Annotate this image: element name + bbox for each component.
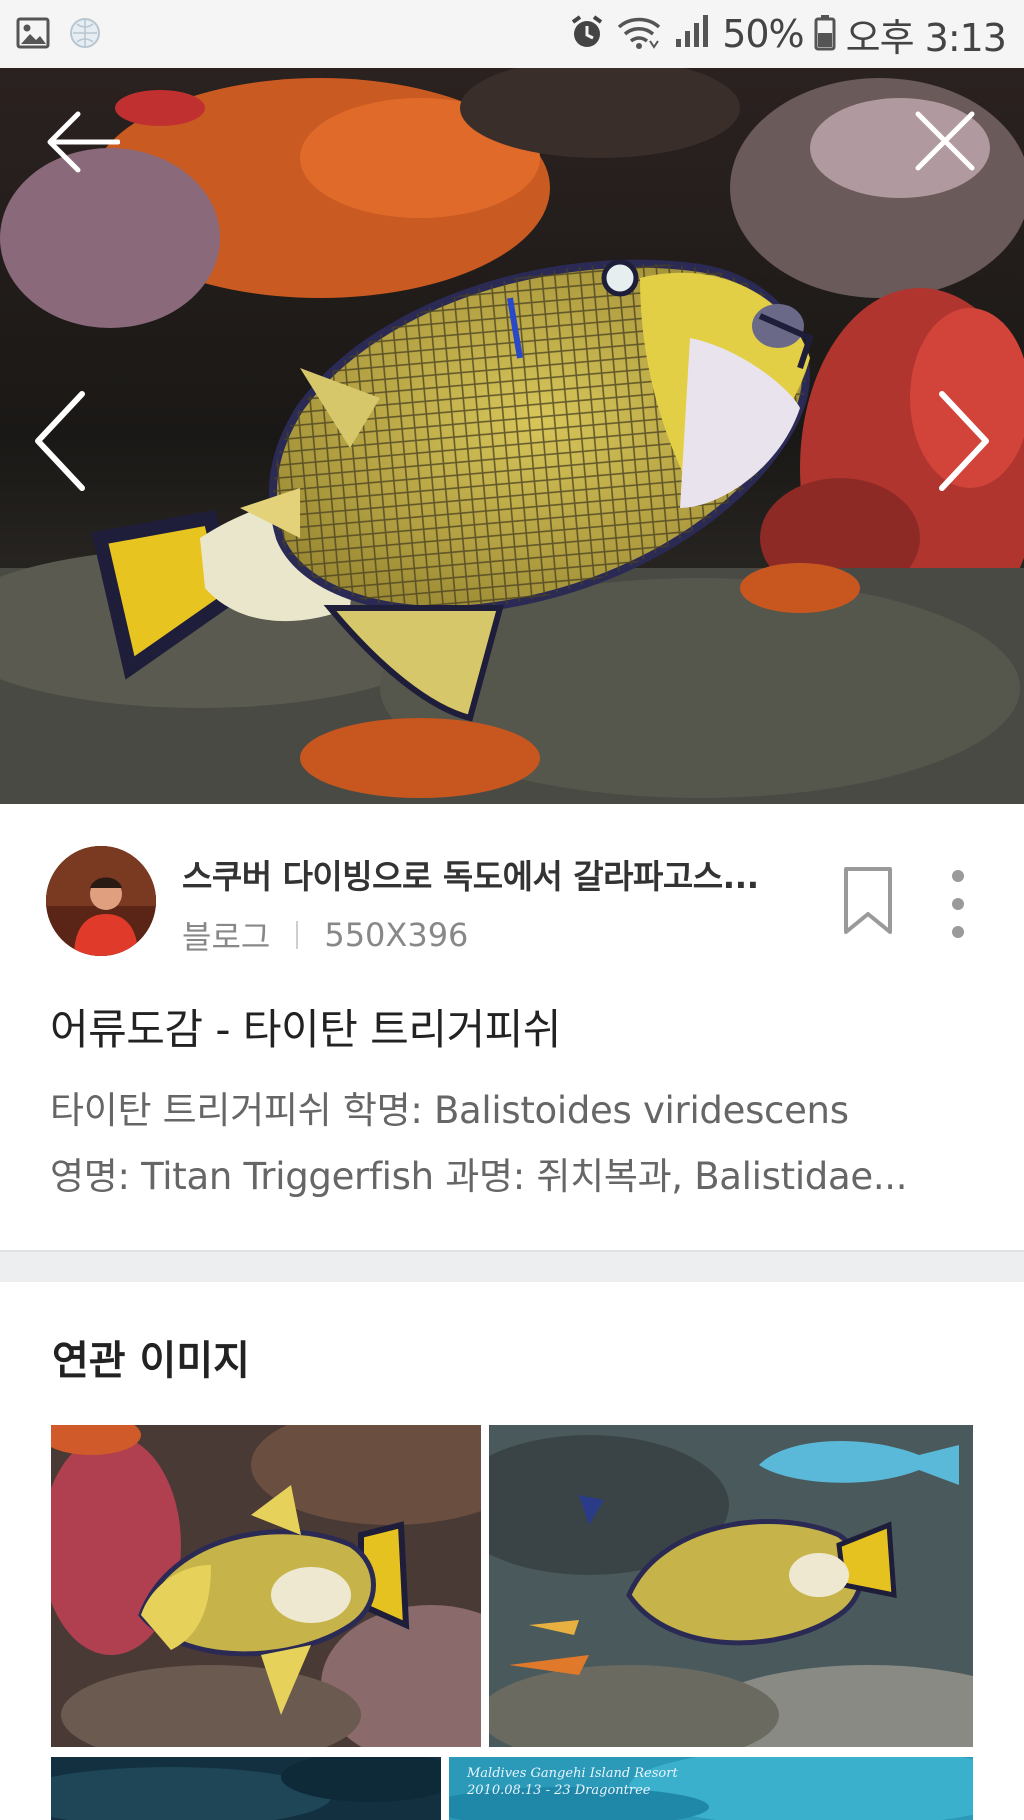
back-arrow-icon[interactable] [44, 110, 120, 174]
battery-icon [814, 13, 836, 55]
chevron-left-icon[interactable] [30, 388, 90, 494]
alarm-icon [568, 13, 606, 55]
image-title[interactable]: 어류도감 - 타이탄 트리거피쉬 [50, 996, 561, 1057]
description-line-1: 타이탄 트리거피쉬 학명: Balistoides viridescens [50, 1089, 849, 1132]
image-description: 타이탄 트리거피쉬 학명: Balistoides viridescens 영명… [50, 1078, 980, 1210]
titan-triggerfish-photo [0, 68, 1024, 804]
source-type: 블로그 [182, 918, 271, 956]
description-line-2: 영명: Titan Triggerfish 과명: 쥐치복과, Balistid… [50, 1155, 908, 1198]
image-dimensions: 550X396 [324, 916, 469, 954]
chevron-right-icon[interactable] [934, 388, 994, 494]
avatar[interactable] [46, 846, 156, 956]
related-images-heading: 연관 이미지 [52, 1338, 250, 1384]
thumb-caption: Maldives Gangehi Island Resort 2010.08.1… [467, 1766, 678, 1798]
bookmark-icon[interactable] [842, 866, 894, 936]
related-image-thumb[interactable]: Maldives Gangehi Island Resort 2010.08.1… [449, 1757, 973, 1820]
signal-icon [672, 13, 712, 55]
section-divider [0, 1250, 1024, 1282]
globe-icon [68, 16, 102, 54]
source-info: 스쿠버 다이빙으로 독도에서 갈라파고스... 블로그 550X396 [0, 804, 1024, 964]
battery-percent: 50% [722, 12, 804, 56]
gallery-icon [16, 16, 50, 54]
more-vertical-icon[interactable] [940, 870, 976, 938]
source-title[interactable]: 스쿠버 다이빙으로 독도에서 갈라파고스... [182, 850, 832, 898]
wifi-icon [616, 13, 662, 55]
related-image-thumb[interactable] [489, 1425, 973, 1747]
related-image-thumb[interactable] [51, 1425, 481, 1747]
close-icon[interactable] [912, 108, 978, 174]
meta-divider [296, 921, 299, 949]
source-meta: 블로그 550X396 [182, 912, 468, 958]
main-image[interactable] [0, 68, 1024, 804]
clock: 오후 3:13 [845, 15, 1007, 60]
related-image-thumb[interactable] [51, 1757, 441, 1820]
status-bar: 50% 오후 3:13 [0, 0, 1024, 68]
